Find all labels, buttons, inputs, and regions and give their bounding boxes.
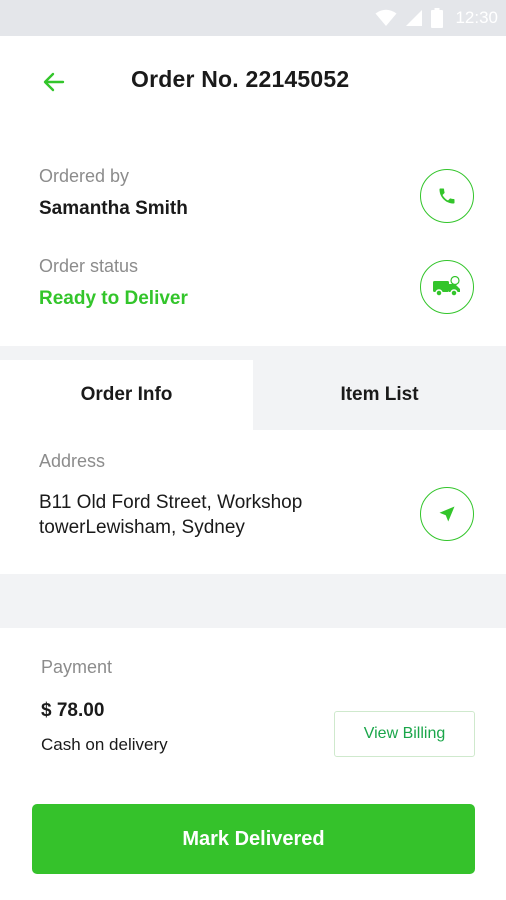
tab-bar: Order Info Item List [0,360,506,430]
address-value: B11 Old Ford Street, Workshop towerLewis… [39,490,389,540]
status-time: 12:30 [455,8,498,27]
section-divider [0,346,506,360]
ordered-by-label: Ordered by [39,166,130,186]
signal-icon [406,10,423,26]
address-line-1: B11 Old Ford Street, Workshop [39,492,303,513]
payment-amount: $ 78.00 [41,700,105,721]
navigate-button[interactable] [420,487,474,541]
back-button[interactable] [36,64,72,100]
payment-label: Payment [41,657,113,677]
call-button[interactable] [420,169,474,223]
customer-name: Samantha Smith [39,198,188,219]
tab-item-list[interactable]: Item List [253,360,506,430]
mark-delivered-button[interactable]: Mark Delivered [32,804,475,874]
address-label: Address [39,451,106,471]
delivery-status-button[interactable] [420,260,474,314]
delivery-truck-icon [433,276,460,297]
view-billing-button[interactable]: View Billing [334,711,475,757]
order-status-label: Order status [39,256,139,276]
wifi-icon [375,9,397,26]
address-line-2: towerLewisham, Sydney [39,517,245,538]
page-title: Order No. 22145052 [131,66,350,92]
order-status-value: Ready to Deliver [39,288,188,309]
section-divider [0,574,506,628]
status-bar: 12:30 [0,0,506,36]
navigation-arrow-icon [439,506,455,522]
arrow-left-icon [43,72,65,92]
tab-order-info[interactable]: Order Info [0,360,253,430]
status-icons: 12:30 [375,6,498,30]
phone-icon [439,188,455,204]
payment-method: Cash on delivery [41,735,168,754]
app-bar: Order No. 22145052 [0,36,506,126]
battery-icon [431,8,444,28]
